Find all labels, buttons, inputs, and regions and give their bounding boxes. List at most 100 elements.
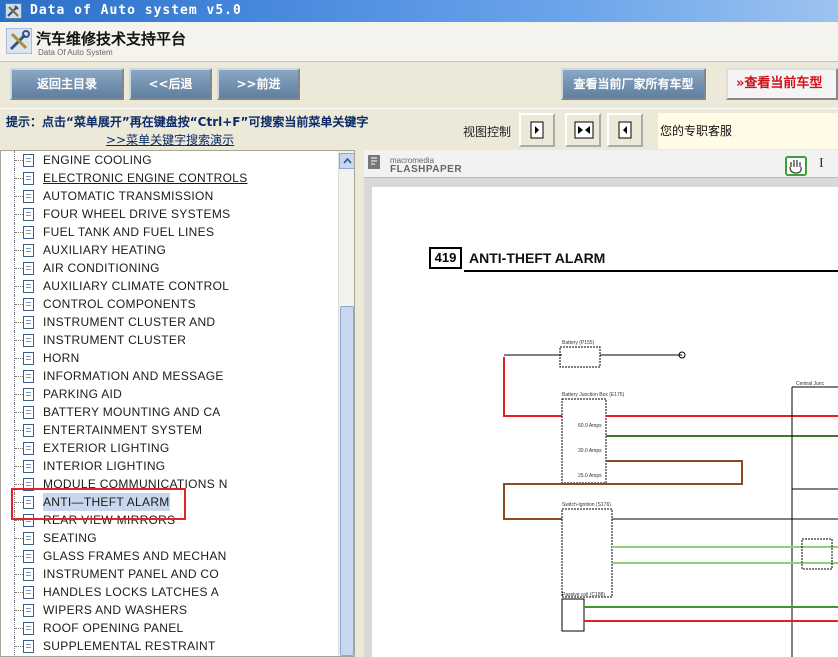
- menu-tree-panel: ENGINE COOLING ELECTRONIC ENGINE CONTROLS…: [0, 150, 355, 657]
- pane-splitter[interactable]: [355, 150, 364, 657]
- passive-coil-box: [561, 598, 585, 632]
- tree-item[interactable]: SUPPLEMENTAL RESTRAINT: [1, 637, 338, 655]
- menu-tree: ENGINE COOLING ELECTRONIC ENGINE CONTROLS…: [1, 151, 338, 655]
- chevron-up-icon: [343, 158, 352, 164]
- platform-subtitle: Data Of Auto System: [38, 48, 113, 57]
- tree-item-label: ELECTRONIC ENGINE CONTROLS: [43, 171, 248, 185]
- tree-item-label: INSTRUMENT PANEL AND CO: [43, 567, 220, 581]
- arrow-right-bar-icon: [530, 121, 544, 139]
- tree-item[interactable]: INSTRUMENT CLUSTER: [1, 331, 338, 349]
- back-button[interactable]: <<后退: [129, 68, 212, 100]
- document-icon: [23, 298, 34, 311]
- window-title: Data of Auto system v5.0: [30, 3, 242, 18]
- tree-item[interactable]: AIR CONDITIONING: [1, 259, 338, 277]
- wiring-diagram: Battery (P155) Battery Junction Box (E17…: [503, 340, 838, 657]
- tree-item[interactable]: AUXILIARY HEATING: [1, 241, 338, 259]
- wrench-screwdriver-logo-icon: [5, 27, 33, 55]
- tree-item[interactable]: INSTRUMENT CLUSTER AND: [1, 313, 338, 331]
- central-label: Central Junc: [796, 381, 825, 387]
- document-icon: [23, 190, 34, 203]
- tree-item-label: GLASS FRAMES AND MECHAN: [43, 549, 227, 563]
- document-icon: [23, 640, 34, 653]
- split-view-button[interactable]: [565, 113, 601, 147]
- battery-box: [559, 346, 601, 368]
- support-contact[interactable]: 您的专职客服: [658, 113, 838, 149]
- tree-item[interactable]: FOUR WHEEL DRIVE SYSTEMS: [1, 205, 338, 223]
- document-icon: [23, 208, 34, 221]
- tree-item[interactable]: EXTERIOR LIGHTING: [1, 439, 338, 457]
- arrow-left-bar-icon: [618, 121, 632, 139]
- tree-item-label: CONTROL COMPONENTS: [43, 297, 196, 311]
- tree-scrollbar[interactable]: [338, 151, 354, 656]
- tree-item[interactable]: SEATING: [1, 529, 338, 547]
- battery-label: Battery (P155): [562, 340, 595, 346]
- document-icon: [23, 604, 34, 617]
- bjb-label: Battery Junction Box (E175): [562, 392, 625, 398]
- fuse3-label: 25.0 Amps: [578, 473, 602, 479]
- search-demo-link[interactable]: >>菜单关键字搜索演示: [106, 131, 234, 148]
- fuse2-label: 30.0 Amps: [578, 448, 602, 454]
- tree-item-label: ROOF OPENING PANEL: [43, 621, 184, 635]
- document-icon: [23, 316, 34, 329]
- tree-item[interactable]: WIPERS AND WASHERS: [1, 601, 338, 619]
- tree-item[interactable]: INSTRUMENT PANEL AND CO: [1, 565, 338, 583]
- tree-item[interactable]: AUTOMATIC TRANSMISSION: [1, 187, 338, 205]
- document-icon: [23, 334, 34, 347]
- scroll-up-button[interactable]: [339, 153, 354, 169]
- text-select-tool[interactable]: I: [819, 156, 824, 172]
- document-icon: [23, 568, 34, 581]
- tree-item[interactable]: HANDLES LOCKS LATCHES A: [1, 583, 338, 601]
- expand-right-button[interactable]: [519, 113, 555, 147]
- tree-item-label: BATTERY MOUNTING AND CA: [43, 405, 221, 419]
- red-wire-1: [503, 357, 562, 417]
- current-model-button[interactable]: »查看当前车型: [726, 68, 838, 100]
- view-control-label: 视图控制: [463, 125, 512, 139]
- document-page: 419 ANTI-THEFT ALARM Battery (P155) Batt…: [372, 187, 838, 657]
- brown-wire-1: [503, 460, 743, 520]
- tree-item-label: FUEL TANK AND FUEL LINES: [43, 225, 215, 239]
- tree-item[interactable]: CONTROL COMPONENTS: [1, 295, 338, 313]
- fuse1-label: 60.0 Amps: [578, 423, 602, 429]
- expand-left-button[interactable]: [607, 113, 643, 147]
- tree-item[interactable]: ENTERTAINMENT SYSTEM: [1, 421, 338, 439]
- document-icon: [23, 280, 34, 293]
- app-header: 汽车维修技术支持平台 Data Of Auto System: [0, 22, 838, 62]
- tree-item-label: HANDLES LOCKS LATCHES A: [43, 585, 220, 599]
- scroll-thumb[interactable]: [340, 306, 354, 656]
- toolbar: 返回主目录 <<后退 >>前进 查看当前厂家所有车型 »查看当前车型: [0, 62, 838, 108]
- forward-button[interactable]: >>前进: [217, 68, 300, 100]
- title-bar[interactable]: Data of Auto system v5.0: [0, 0, 838, 22]
- tree-item[interactable]: ROOF OPENING PANEL: [1, 619, 338, 637]
- all-models-button[interactable]: 查看当前厂家所有车型: [561, 68, 706, 100]
- split-arrows-icon: [574, 121, 594, 139]
- document-icon: [23, 262, 34, 275]
- tree-item-label: ENTERTAINMENT SYSTEM: [43, 423, 203, 437]
- document-icon: [23, 622, 34, 635]
- tree-item[interactable]: FUEL TANK AND FUEL LINES: [1, 223, 338, 241]
- tree-item[interactable]: GLASS FRAMES AND MECHAN: [1, 547, 338, 565]
- tree-item[interactable]: HORN: [1, 349, 338, 367]
- document-icon: [23, 154, 34, 167]
- hand-tool-button[interactable]: [785, 156, 807, 176]
- viewer-toolbar: macromedia FLASHPAPER I: [364, 150, 838, 178]
- tree-item-label: ENGINE COOLING: [43, 153, 152, 167]
- selection-highlight-box: [11, 488, 186, 520]
- tree-item[interactable]: INTERIOR LIGHTING: [1, 457, 338, 475]
- document-icon: [23, 244, 34, 257]
- tree-item[interactable]: BATTERY MOUNTING AND CA: [1, 403, 338, 421]
- tree-item-label: SUPPLEMENTAL RESTRAINT: [43, 639, 216, 653]
- tree-item-label: INSTRUMENT CLUSTER: [43, 333, 187, 347]
- flashpaper-viewer: macromedia FLASHPAPER I 419 ANTI-THEFT A…: [364, 150, 838, 657]
- document-icon: [23, 532, 34, 545]
- tree-item[interactable]: ELECTRONIC ENGINE CONTROLS: [1, 169, 338, 187]
- tree-item[interactable]: ENGINE COOLING: [1, 151, 338, 169]
- tree-item[interactable]: PARKING AID: [1, 385, 338, 403]
- tree-item[interactable]: INFORMATION AND MESSAGE: [1, 367, 338, 385]
- document-icon: [23, 550, 34, 563]
- tree-item-label: SEATING: [43, 531, 97, 545]
- switch-label: Switch-Ignition (S176): [562, 502, 611, 508]
- tree-item[interactable]: AUXILIARY CLIMATE CONTROL: [1, 277, 338, 295]
- home-button[interactable]: 返回主目录: [10, 68, 124, 100]
- document-icon: [23, 388, 34, 401]
- viewer-brand-name: FLASHPAPER: [390, 164, 463, 175]
